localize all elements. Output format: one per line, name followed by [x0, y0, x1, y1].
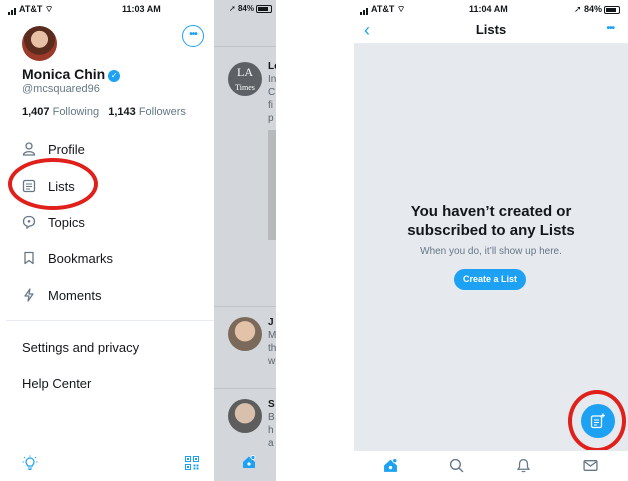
la-times-avatar[interactable]: LA Times — [228, 62, 262, 96]
tab-notifications[interactable] — [516, 458, 531, 478]
battery-text: 84% — [237, 4, 254, 13]
qr-code-icon[interactable] — [185, 456, 199, 475]
left-phone-screen: AT&T ⌔ 11:03 AM ••• Monica Chin ✓ @mcsqua… — [0, 0, 276, 481]
right-phone-screen: AT&T ⌔ 11:04 AM ➚ 84% ‹ Lists ••• You ha… — [354, 0, 628, 481]
status-battery: ➚ 84% — [229, 4, 272, 13]
search-icon — [449, 458, 464, 473]
menu-item-topics[interactable]: Topics — [22, 210, 85, 234]
tweet-divider — [214, 46, 276, 47]
topics-icon — [22, 215, 36, 230]
tweet-line: Lo — [268, 61, 276, 72]
tweet-line: J — [268, 317, 274, 328]
carrier-label: AT&T ⌔ — [8, 4, 53, 15]
tweet-line: In — [268, 74, 276, 85]
tweet-divider — [214, 306, 276, 307]
carrier-text: AT&T — [19, 4, 43, 14]
empty-title-line: subscribed to any Lists — [407, 222, 575, 239]
tweet-line: M — [268, 330, 276, 341]
followers-count: 1,143 — [108, 106, 136, 118]
empty-state-title: You haven’t created or subscribed to any… — [354, 202, 628, 240]
tweet-line: th — [268, 343, 276, 354]
following-count: 1,407 — [22, 106, 50, 118]
messages-icon — [583, 460, 598, 471]
tweet-line: B — [268, 412, 275, 423]
tweet-line: a — [268, 438, 274, 449]
profile-name-row[interactable]: Monica Chin ✓ — [22, 66, 121, 82]
annotation-ellipse-fab — [568, 390, 626, 452]
tweet-text-3: S B h a — [268, 398, 275, 450]
more-options-icon[interactable]: ••• — [606, 23, 614, 34]
tweet-line: C — [268, 87, 276, 98]
wifi-icon: ⌔ — [396, 4, 406, 14]
tweet-line: p — [268, 113, 274, 124]
menu-item-label: Moments — [48, 287, 102, 303]
tweet-line: w — [268, 356, 276, 367]
tweet-line: S — [268, 399, 275, 410]
wifi-icon: ⌔ — [44, 4, 54, 14]
tweet-text-1: Lo In C fi p — [268, 60, 276, 125]
more-options-button[interactable]: ••• — [182, 25, 204, 47]
notifications-icon — [516, 458, 531, 473]
lightning-icon — [22, 288, 36, 302]
follow-counts: 1,407 Following 1,143 Followers — [22, 106, 186, 118]
lists-empty-state: You haven’t created or subscribed to any… — [354, 44, 628, 450]
person-icon — [22, 142, 36, 156]
help-center-link[interactable]: Help Center — [22, 376, 91, 391]
create-list-button[interactable]: Create a List — [454, 269, 526, 290]
battery-text: 84% — [583, 4, 602, 14]
tab-messages[interactable] — [583, 458, 598, 478]
menu-item-bookmarks[interactable]: Bookmarks — [22, 246, 113, 270]
status-time: 11:03 AM — [122, 4, 161, 14]
signal-icon — [8, 5, 17, 15]
menu-item-label: Topics — [48, 214, 85, 230]
battery-icon — [256, 4, 272, 13]
empty-state-subtitle: When you do, it’ll show up here. — [420, 246, 562, 257]
menu-item-label: Profile — [48, 141, 85, 157]
profile-handle: @mcsquared96 — [22, 83, 100, 95]
home-icon — [384, 458, 398, 472]
timeline-peek[interactable]: ➚ 84% LATimes Lo In C fi p J M th w S B … — [214, 0, 276, 481]
settings-and-privacy-link[interactable]: Settings and privacy — [22, 340, 139, 355]
bulb-icon[interactable] — [22, 455, 38, 476]
bottom-tab-bar — [354, 450, 628, 481]
menu-divider — [6, 320, 214, 321]
tweet-line: h — [268, 425, 274, 436]
following-link[interactable]: 1,407 Following — [22, 106, 99, 118]
tweet-line: fi — [268, 100, 273, 111]
lists-header: ‹ Lists ••• — [354, 18, 628, 44]
page-title: Lists — [475, 22, 507, 37]
menu-item-moments[interactable]: Moments — [22, 283, 101, 307]
home-icon[interactable] — [242, 455, 256, 474]
side-drawer: AT&T ⌔ 11:03 AM ••• Monica Chin ✓ @mcsqua… — [0, 0, 214, 481]
menu-item-label: Bookmarks — [48, 250, 114, 266]
carrier-label: AT&T ⌔ — [360, 4, 405, 15]
bookmark-icon — [22, 251, 36, 265]
followers-link[interactable]: 1,143 Followers — [108, 106, 186, 118]
user-avatar[interactable] — [228, 399, 262, 433]
status-battery: ➚ 84% — [574, 4, 620, 15]
tweet-text-2: J M th w — [268, 316, 276, 368]
followers-label: Followers — [138, 106, 186, 118]
user-avatar[interactable] — [228, 317, 262, 351]
following-label: Following — [52, 106, 100, 118]
status-bar: AT&T ⌔ 11:03 AM — [0, 0, 214, 20]
avatar[interactable] — [22, 26, 57, 61]
tweet-divider — [214, 388, 276, 389]
annotation-ellipse-lists — [8, 158, 98, 210]
signal-icon — [360, 5, 369, 15]
battery-icon — [604, 5, 620, 14]
tweet-image[interactable] — [268, 130, 276, 240]
empty-title-line: You haven’t created or — [410, 203, 572, 220]
carrier-text: AT&T — [371, 4, 395, 14]
profile-name: Monica Chin — [22, 66, 106, 82]
status-bar: AT&T ⌔ 11:04 AM ➚ 84% — [354, 0, 628, 18]
tab-search[interactable] — [449, 458, 464, 478]
status-time: 11:04 AM — [469, 4, 508, 14]
tab-home[interactable] — [383, 458, 398, 478]
verified-icon: ✓ — [108, 70, 121, 82]
